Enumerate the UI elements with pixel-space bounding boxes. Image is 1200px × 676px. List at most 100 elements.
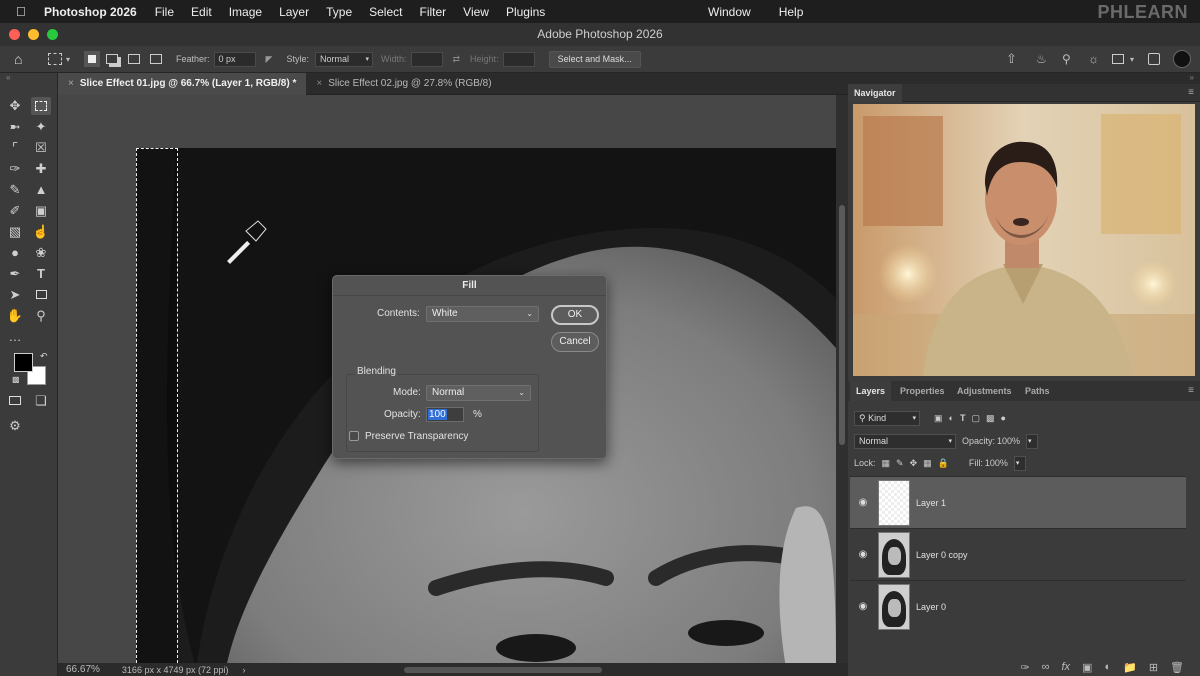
gradient-tool-icon[interactable]: ▧ [5,223,25,241]
panel-menu-icon[interactable]: ≡ [1188,87,1194,98]
fx-icon[interactable]: fx [1061,661,1070,673]
layer-row-layer-1[interactable]: ◉ Layer 1 [850,476,1186,528]
contents-select[interactable]: White ⌄ [426,306,539,322]
layer-opacity-value[interactable]: 100% [997,436,1020,446]
layer-name[interactable]: Layer 0 [916,602,946,612]
layer-name[interactable]: Layer 1 [916,498,946,508]
eraser-icon[interactable]: ▣ [31,202,51,220]
shape-filter-icon[interactable]: ▢ [971,413,980,424]
menu-plugins[interactable]: Plugins [506,5,545,19]
adjustment-layer-icon[interactable]: ◐ [1104,661,1111,673]
add-selection-icon[interactable] [106,54,119,64]
layer-row-layer-0-copy[interactable]: ◉ Layer 0 copy [850,528,1186,580]
foreground-color-swatch[interactable] [14,353,33,372]
marquee-tool-preset-icon[interactable] [48,53,62,65]
clone-stamp-icon[interactable]: ▲ [31,181,51,199]
select-and-mask-button[interactable]: Select and Mask... [548,50,641,68]
history-brush-icon[interactable]: ✐ [5,202,25,220]
preserve-transparency-checkbox[interactable] [349,431,359,441]
subtract-selection-icon[interactable] [128,54,141,64]
dodge-tool-icon[interactable]: ● [5,244,25,262]
tab-slice-effect-01[interactable]: × Slice Effect 01.jpg @ 66.7% (Layer 1, … [58,72,307,95]
close-icon[interactable]: × [316,73,322,95]
anti-alias-icon[interactable]: ◤ [266,54,273,65]
fill-dropdown[interactable]: ▾ [1013,455,1026,471]
menu-help[interactable]: Help [779,5,804,19]
lock-artboard-icon[interactable]: ▦ [923,458,932,469]
close-icon[interactable]: × [68,73,74,95]
lock-position-icon[interactable]: ✥ [910,458,918,469]
collapse-icon[interactable]: « [6,73,10,82]
add-mask-icon[interactable]: ▣ [1082,661,1092,674]
menu-image[interactable]: Image [229,5,262,19]
close-window-button[interactable] [9,29,20,40]
layer-fill-value[interactable]: 100% [985,458,1008,468]
quick-mask-icon[interactable] [5,392,25,410]
magic-wand-icon[interactable]: ✦ [31,118,51,136]
new-group-icon[interactable]: 📁 [1123,661,1137,674]
new-layer-icon[interactable]: ⊞ [1149,661,1158,674]
zoom-tool-icon[interactable]: ⚲ [31,307,51,325]
swap-icon[interactable]: ⇄ [453,54,461,65]
tab-layers[interactable]: Layers [850,381,892,401]
discover-icon[interactable]: ☼ [1088,52,1099,66]
tab-paths[interactable]: Paths [1019,381,1056,401]
brush-hint-icon[interactable]: ✑ [1020,661,1029,674]
trash-icon[interactable]: 🗑 [1170,661,1184,674]
cloud-docs-icon[interactable] [1148,53,1160,65]
move-tool-icon[interactable]: ✥ [5,97,25,115]
horizontal-scroll-thumb[interactable] [404,667,602,673]
eyedropper-icon[interactable]: ✑ [5,160,25,178]
tab-slice-effect-02[interactable]: × Slice Effect 02.jpg @ 27.8% (RGB/8) [306,73,501,95]
zoom-window-button[interactable] [47,29,58,40]
navigator-preview[interactable] [853,104,1195,376]
share-icon[interactable]: ⇧ [1006,51,1017,67]
vertical-scrollbar[interactable] [836,95,848,663]
scroll-thumb[interactable] [839,205,845,445]
crop-tool-icon[interactable]: ⌜ [5,139,25,157]
preserve-transparency-label[interactable]: Preserve Transparency [365,431,468,442]
more-tools-icon[interactable]: … [5,328,25,346]
new-selection-icon[interactable] [84,51,101,67]
apple-icon[interactable]:  [16,4,30,19]
chevron-right-icon[interactable]: › [243,665,246,675]
kind-filter-select[interactable]: ⚲ Kind ▾ [854,410,920,426]
cancel-button[interactable]: Cancel [551,332,599,352]
lasso-tool-icon[interactable]: ➼ [5,118,25,136]
avatar[interactable] [1173,50,1191,68]
edit-toolbar-icon[interactable]: ⚙ [5,417,25,435]
zoom-level[interactable]: 66.67% [66,664,100,675]
rectangle-tool-icon[interactable] [31,286,51,304]
screen-mode-icon[interactable]: ❏ [31,392,51,410]
sponge-tool-icon[interactable]: ❀ [31,244,51,262]
filter-toggle-icon[interactable]: ● [1000,413,1005,423]
smart-object-filter-icon[interactable]: ▩ [986,413,995,424]
path-selection-icon[interactable]: ➤ [5,286,25,304]
tab-adjustments[interactable]: Adjustments [951,381,1018,401]
marquee-tool-icon[interactable] [31,97,51,115]
swap-colors-icon[interactable]: ↶ [40,351,48,362]
collapse-icon[interactable]: » [1190,73,1194,82]
menu-filter[interactable]: Filter [419,5,446,19]
menu-type[interactable]: Type [326,5,352,19]
mode-select[interactable]: Normal ⌄ [426,385,531,401]
visibility-eye-icon[interactable]: ◉ [850,549,876,560]
menu-select[interactable]: Select [369,5,402,19]
chevron-down-icon[interactable]: ▾ [1130,55,1134,64]
opacity-dropdown[interactable]: ▾ [1026,433,1039,449]
default-colors-icon[interactable]: ▩ [12,375,20,384]
type-filter-icon[interactable]: T [960,413,966,423]
search-icon[interactable]: ⚲ [1062,52,1071,66]
adjustment-filter-icon[interactable]: ◐ [949,413,954,423]
brush-tool-icon[interactable]: ✎ [5,181,25,199]
marquee-selection[interactable] [136,148,178,663]
pen-tool-icon[interactable]: ✒ [5,265,25,283]
healing-brush-icon[interactable]: ✚ [31,160,51,178]
lock-transparency-icon[interactable]: ▦ [882,458,891,469]
tab-navigator[interactable]: Navigator [848,84,902,102]
ok-button[interactable]: OK [551,305,599,325]
minimize-window-button[interactable] [28,29,39,40]
style-select[interactable]: Normal ▾ [314,51,373,67]
smudge-tool-icon[interactable]: ☝ [31,223,51,241]
layer-name[interactable]: Layer 0 copy [916,550,968,560]
